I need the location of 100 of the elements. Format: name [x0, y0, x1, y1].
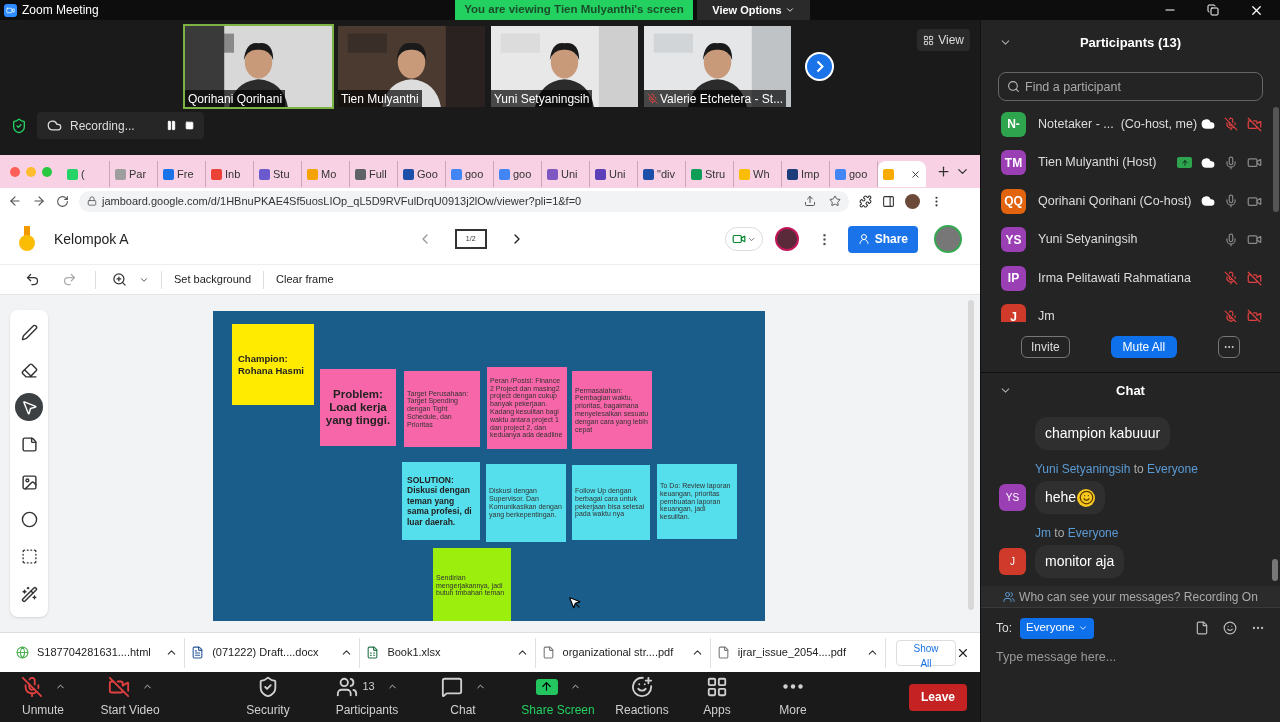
close-tab-icon[interactable]	[910, 168, 921, 180]
browser-tab[interactable]: Fre	[158, 161, 206, 187]
extensions-icon[interactable]	[859, 194, 872, 208]
sticky-note[interactable]: Problem: Load kerja yang tinggi.	[320, 369, 396, 446]
recording-label: Recording...	[70, 117, 135, 135]
sticky-note[interactable]: Champion: Rohana Hasmi	[232, 324, 314, 405]
participant-row[interactable]: TM Tien Mulyanthi (Host)	[981, 143, 1280, 182]
browser-tab[interactable]: Stu	[254, 161, 302, 187]
board-title: Kelompok A	[54, 229, 129, 249]
avatar-icon[interactable]	[905, 193, 920, 209]
avatar: YS	[999, 484, 1026, 511]
restore-icon[interactable]	[1207, 4, 1219, 16]
zoom-logo-icon	[4, 3, 17, 17]
download-item[interactable]: organizational str....pdf	[535, 637, 711, 668]
person-icon	[857, 233, 870, 245]
browser-tab[interactable]: Wh	[734, 161, 782, 187]
toolbar-button[interactable]: Chat	[416, 672, 510, 722]
leave-button[interactable]: Leave	[909, 683, 967, 711]
toolbar-button[interactable]: Unmute	[0, 672, 86, 722]
panel-title: Chat	[1116, 381, 1145, 400]
show-all-button[interactable]: Show All	[895, 639, 957, 666]
next-page-button[interactable]	[805, 52, 834, 81]
zoom-in-icon[interactable]	[112, 272, 127, 287]
invite-button[interactable]: Invite	[1021, 336, 1070, 358]
browser-tab[interactable]: Stru	[686, 161, 734, 187]
browser-tab[interactable]: Full	[350, 161, 398, 187]
back-icon[interactable]	[8, 194, 22, 208]
toolbar-button[interactable]: 13 Participants	[318, 672, 416, 722]
download-item[interactable]: ijrar_issue_2054....pdf	[710, 637, 886, 668]
text-box-icon	[20, 548, 38, 566]
view-button[interactable]: View	[917, 29, 970, 51]
scrollbar	[1272, 559, 1278, 581]
pause-icon[interactable]	[166, 120, 177, 131]
browser-tab[interactable]: Par	[110, 161, 158, 187]
download-item[interactable]: (071222) Draft....docx	[185, 637, 361, 668]
panel-title: Participants (13)	[1079, 33, 1182, 52]
browser-tab[interactable]: Mo	[302, 161, 350, 187]
shield-icon[interactable]	[11, 117, 27, 134]
shield-icon	[257, 675, 279, 698]
sticky-note[interactable]: SOLUTION: Diskusi dengan teman yang sama profesi, di luar daerah.	[402, 462, 480, 540]
browser-tab[interactable]: Uni	[542, 161, 590, 187]
participant-name: Tien Mulyanthi (Host)	[1038, 154, 1157, 172]
participant-row[interactable]: IP Irma Pelitawati Rahmatiana	[981, 259, 1280, 298]
download-item[interactable]: S187704281631....html	[10, 637, 186, 668]
avatar-icon[interactable]	[774, 227, 799, 251]
stop-icon[interactable]	[185, 121, 194, 130]
reactions-icon	[631, 675, 653, 698]
participant-row[interactable]: QQ Qorihani Qorihani (Co-host)	[981, 182, 1280, 221]
chevron-right-icon	[815, 60, 824, 73]
avatar: QQ	[1001, 188, 1026, 214]
share-button[interactable]: Share	[847, 225, 918, 253]
view-options-button[interactable]: View Options	[697, 0, 810, 20]
participant-row[interactable]: J Jm	[981, 297, 1280, 322]
toolbar-action[interactable]: Clear frame	[276, 271, 334, 288]
participant-row[interactable]: N- Notetaker - ... (Co-host, me)	[981, 105, 1280, 144]
new-tab-icon[interactable]	[936, 164, 951, 179]
browser-tab[interactable]: "div	[638, 161, 686, 187]
browser-tab[interactable]: goo	[446, 161, 494, 187]
recipient-dropdown[interactable]: Everyone	[1020, 617, 1094, 639]
participant-name: Jm	[1038, 308, 1055, 322]
toolbar-button[interactable]: Share Screen	[510, 672, 606, 722]
toolbar-button[interactable]: Reactions	[606, 672, 678, 722]
browser-tab[interactable]: Inb	[206, 161, 254, 187]
browser-tab[interactable]: (	[62, 161, 110, 187]
participant-row[interactable]: YS Yuni Setyaningsih	[981, 220, 1280, 259]
search-field[interactable]: Find a participant	[998, 72, 1263, 101]
mute-all-button[interactable]: Mute All	[1110, 336, 1178, 358]
avatar: TM	[1001, 150, 1026, 176]
message-header: Yuni Setyaningsih to Everyone	[1035, 461, 1199, 478]
toolbar-button[interactable]: Security	[218, 672, 318, 722]
toolbar-button[interactable]: Start Video	[86, 672, 174, 722]
share-screen-icon	[535, 678, 558, 695]
reload-icon[interactable]	[56, 194, 69, 208]
share-icon[interactable]	[804, 195, 816, 207]
address-bar[interactable]: jamboard.google.com/d/1HBnuPKAE4Sf5uosLIOp_qL5D9RVFulDrqU0913j2lOw/viewer?pli=1&f=0	[79, 190, 849, 212]
undo-icon[interactable]	[25, 272, 40, 287]
file-icon[interactable]	[1195, 621, 1209, 635]
participant-name: Valerie Etchetera - St...	[660, 90, 784, 107]
browser-tab[interactable]: Imp	[782, 161, 830, 187]
browser-tab[interactable]: goo	[494, 161, 542, 187]
bookmark-icon[interactable]	[829, 195, 841, 207]
toolbar-button[interactable]: Apps	[678, 672, 756, 722]
caret-icon	[1077, 623, 1088, 633]
privacy-icon[interactable]	[1003, 590, 1016, 603]
browser-tab[interactable]: Uni	[590, 161, 638, 187]
forward-icon[interactable]	[32, 194, 46, 208]
laser-icon	[20, 585, 38, 603]
chat-icon	[440, 675, 463, 698]
tool-button[interactable]	[15, 393, 43, 422]
to-label: To:	[996, 620, 1012, 637]
side-panel-icon[interactable]	[882, 194, 895, 208]
message-bubble: champion kabuuur	[1035, 417, 1171, 450]
download-item[interactable]: Book1.xlsx	[360, 637, 536, 668]
muted-mic-icon	[20, 675, 43, 698]
toolbar-action[interactable]: Set background	[174, 271, 252, 288]
toolbar-button[interactable]: More	[756, 672, 830, 722]
emoji-icon[interactable]	[1223, 621, 1237, 635]
message-input[interactable]: Type message here...	[996, 648, 1265, 667]
browser-tab[interactable]: Goo	[398, 161, 446, 187]
more-button[interactable]	[1218, 336, 1240, 358]
